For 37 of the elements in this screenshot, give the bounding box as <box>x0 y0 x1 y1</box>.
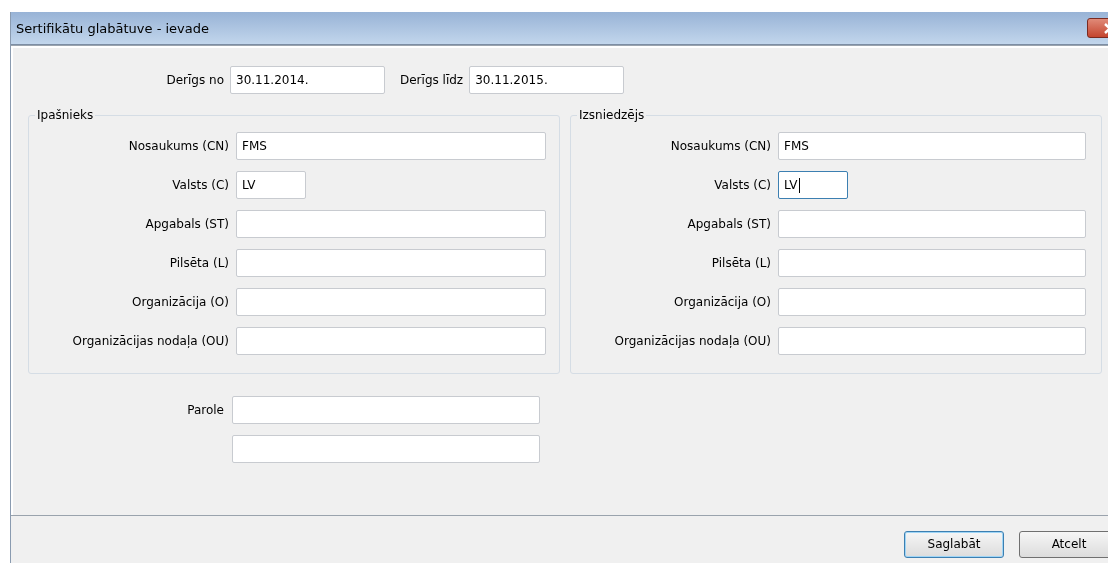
date-field[interactable]: 30.11.2015. <box>469 66 625 94</box>
field-label: Valsts (C) <box>713 178 771 192</box>
window-title: Sertifikātu glabātuve - ievade <box>16 20 209 36</box>
group-title: Izsniedzējs <box>578 108 646 122</box>
text-field[interactable] <box>778 210 1086 238</box>
dialog-button[interactable]: Atcelt <box>1019 530 1108 558</box>
group-title: Ipašnieks <box>36 108 95 122</box>
field-label: Nosaukums (CN) <box>127 139 229 153</box>
text-field[interactable] <box>236 327 546 355</box>
field-label: Organizācijas nodaļa (OU) <box>613 334 771 348</box>
text-cursor <box>798 177 800 193</box>
field-label: Apgabals (ST) <box>144 217 229 231</box>
password-field[interactable] <box>232 396 540 424</box>
field-label: Pilsēta (L) <box>168 256 229 270</box>
text-field[interactable]: LV <box>778 171 848 199</box>
dialog-button[interactable]: Saglabāt <box>904 530 1004 558</box>
text-field[interactable]: FMS <box>236 132 546 160</box>
text-field[interactable] <box>236 210 546 238</box>
field-label: Parole <box>186 403 224 417</box>
field-label: Apgabals (ST) <box>686 217 771 231</box>
field-label: Organizācijas nodaļa (OU) <box>71 334 229 348</box>
password-confirm-field[interactable] <box>232 435 540 463</box>
date-field[interactable]: 30.11.2014. <box>230 66 385 94</box>
text-field[interactable] <box>778 249 1086 277</box>
text-field[interactable]: LV <box>236 171 306 199</box>
text-field[interactable]: FMS <box>778 132 1086 160</box>
field-label: Derīgs no <box>165 73 224 87</box>
field-label: Organizācija (O) <box>673 295 771 309</box>
field-label: Organizācija (O) <box>131 295 229 309</box>
field-label: Nosaukums (CN) <box>669 139 771 153</box>
text-field[interactable] <box>778 327 1086 355</box>
field-label: Pilsēta (L) <box>710 256 771 270</box>
text-field[interactable] <box>236 249 546 277</box>
text-field[interactable] <box>778 288 1086 316</box>
field-label: Valsts (C) <box>171 178 229 192</box>
text-field[interactable] <box>236 288 546 316</box>
field-label: Derīgs līdz <box>400 73 464 87</box>
